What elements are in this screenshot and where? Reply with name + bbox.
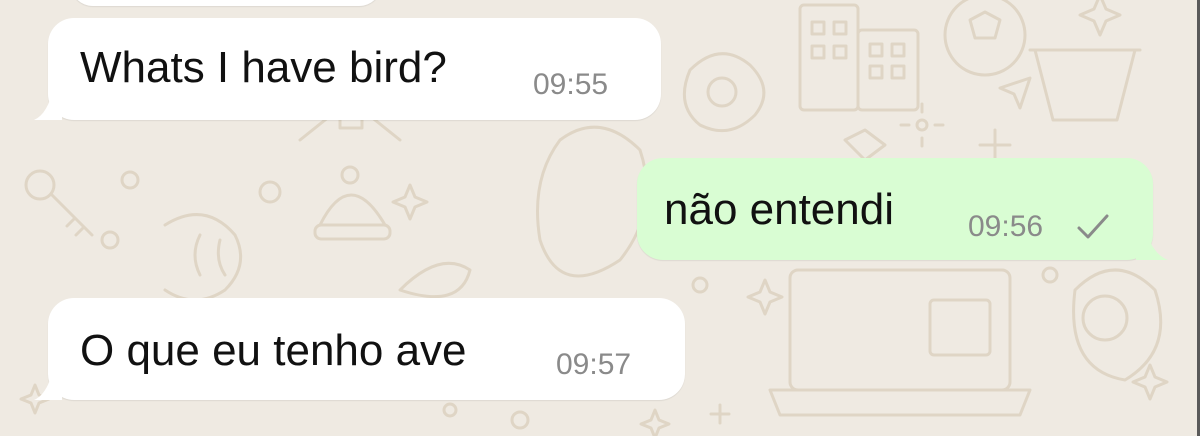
egg-icon <box>682 52 766 133</box>
message-text: Whats I have bird? <box>80 43 447 92</box>
key-icon <box>24 169 94 237</box>
bubble-circle-icon <box>258 180 282 204</box>
sparkle-icon <box>391 183 429 221</box>
bubble-tail-icon <box>34 366 62 400</box>
leaf-icon <box>398 261 472 299</box>
bubble-circle-icon <box>1041 266 1059 284</box>
beanie-hat-icon <box>313 165 392 241</box>
bubble-circle-icon <box>442 402 458 418</box>
ball-icon <box>943 0 1027 77</box>
plus-icon <box>978 128 1012 162</box>
bubble-circle-icon <box>120 170 140 190</box>
single-check-icon <box>1077 214 1109 239</box>
message-text: não entendi <box>664 185 894 234</box>
bubble-circle-icon <box>691 276 709 294</box>
bubble-tail-icon <box>34 86 62 120</box>
message-timestamp: 09:56 <box>968 210 1044 243</box>
message-timestamp: 09:57 <box>556 348 632 381</box>
paper-plane-icon <box>998 76 1032 110</box>
building-icon <box>798 3 920 112</box>
laptop-icon <box>768 268 1032 417</box>
flowerpot-icon <box>1028 48 1142 122</box>
plus-icon <box>709 403 731 425</box>
bubble-tail-icon <box>1136 226 1168 260</box>
avocado-half-icon <box>1072 268 1163 382</box>
avocado-icon <box>536 125 649 278</box>
bubble-circle-icon <box>510 410 530 430</box>
message-text: O que eu tenho ave <box>80 326 467 375</box>
tag-icon <box>843 128 887 162</box>
previous-message-bubble[interactable] <box>70 0 382 6</box>
star-icon <box>1078 0 1122 37</box>
bubble-circle-icon <box>100 230 120 250</box>
message-timestamp: 09:55 <box>533 68 609 101</box>
sparkle-icon <box>639 408 671 436</box>
sparkle-icon <box>746 278 784 316</box>
shrimp-icon <box>163 213 243 302</box>
